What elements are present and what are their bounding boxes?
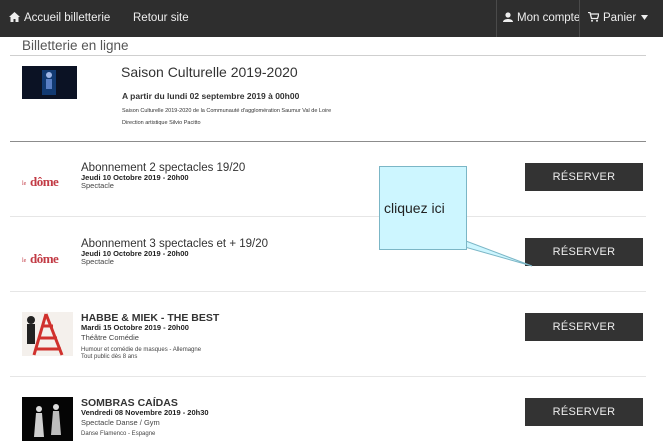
svg-text:le: le xyxy=(22,258,27,264)
event-audience: Tout public dès 8 ans xyxy=(81,354,138,360)
svg-text:le: le xyxy=(22,181,27,187)
event-description: Danse Flamenco - Espagne xyxy=(81,431,156,437)
reserve-button[interactable]: RÉSERVER xyxy=(525,163,643,191)
cart-icon xyxy=(588,11,600,22)
season-thumbnail xyxy=(22,66,77,99)
caret-down-icon xyxy=(641,15,649,20)
event-thumbnail xyxy=(22,312,73,356)
cart-label: Panier xyxy=(603,12,637,24)
divider xyxy=(10,55,646,56)
divider xyxy=(10,141,646,142)
svg-text:dôme: dôme xyxy=(30,174,59,189)
event-category: Théâtre Comédie xyxy=(81,333,139,342)
event-date: Mardi 15 Octobre 2019 - 20h00 xyxy=(81,323,189,332)
nav-divider xyxy=(496,0,497,37)
divider xyxy=(10,376,646,377)
top-navbar: Accueil billetterie Retour site Mon comp… xyxy=(0,0,663,37)
event-category: Spectacle Danse / Gym xyxy=(81,418,160,427)
reserve-button[interactable]: RÉSERVER xyxy=(525,238,643,266)
season-description: Saison Culturelle 2019-2020 de la Commun… xyxy=(122,108,332,114)
cart-dropdown[interactable]: Panier xyxy=(588,0,652,37)
back-to-site-label: Retour site xyxy=(133,12,189,24)
event-logo: le dôme xyxy=(22,249,70,267)
season-direction: Direction artistique Silvio Pacitto xyxy=(122,120,201,126)
callout-text: cliquez ici xyxy=(384,200,445,216)
event-date: Vendredi 08 Novembre 2019 - 20h30 xyxy=(81,408,209,417)
reserve-button[interactable]: RÉSERVER xyxy=(525,313,643,341)
event-category: Spectacle xyxy=(81,257,114,266)
page-title: Billetterie en ligne xyxy=(22,38,129,53)
season-date: A partir du lundi 02 septembre 2019 à 00… xyxy=(122,91,300,101)
user-icon xyxy=(503,12,513,22)
season-title: Saison Culturelle 2019-2020 xyxy=(121,64,298,80)
account-link[interactable]: Mon compte xyxy=(503,0,580,37)
nav-divider xyxy=(579,0,580,37)
svg-text:dôme: dôme xyxy=(30,251,59,266)
event-category: Spectacle xyxy=(81,181,114,190)
event-description: Humour et comédie de masques - Allemagne xyxy=(81,347,202,353)
reserve-button[interactable]: RÉSERVER xyxy=(525,398,643,426)
event-logo: le dôme xyxy=(22,172,70,190)
event-thumbnail xyxy=(22,397,73,441)
home-icon xyxy=(9,12,20,22)
divider xyxy=(10,291,646,292)
back-to-site-link[interactable]: Retour site xyxy=(133,0,189,37)
account-link-label: Mon compte xyxy=(517,12,581,24)
home-link[interactable]: Accueil billetterie xyxy=(9,0,110,37)
callout-box: cliquez ici xyxy=(379,166,467,250)
divider xyxy=(10,216,646,217)
home-link-label: Accueil billetterie xyxy=(24,12,111,24)
